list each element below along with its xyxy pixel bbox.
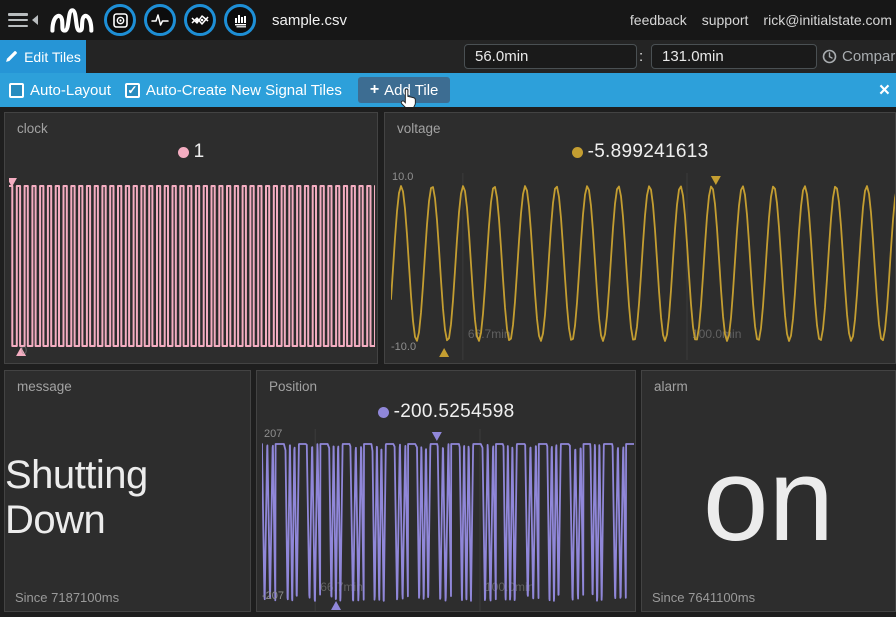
- legend-clock: 1: [5, 141, 377, 163]
- plot-voltage: 66.7min100.0min 10.0 -10.0: [391, 173, 896, 360]
- auto-create-label[interactable]: Auto-Create New Signal Tiles: [146, 82, 342, 99]
- legend-position: -200.5254598: [257, 401, 635, 423]
- support-link[interactable]: support: [702, 12, 749, 28]
- y-max-label: 207: [264, 428, 282, 440]
- feedback-link[interactable]: feedback: [630, 12, 687, 28]
- close-edit-bar-icon[interactable]: ×: [879, 81, 890, 100]
- current-value: 1: [194, 141, 205, 163]
- view-buttons: [104, 4, 256, 36]
- pencil-icon: [5, 50, 18, 63]
- clock-icon: [822, 49, 837, 64]
- tile-title: clock: [17, 121, 48, 136]
- tab-edit-tiles[interactable]: Edit Tiles: [0, 40, 86, 73]
- apps-view-icon[interactable]: [224, 4, 256, 36]
- time-separator: :: [639, 48, 643, 65]
- auto-layout-group: Auto-Layout: [9, 82, 111, 99]
- auto-layout-checkbox[interactable]: [9, 83, 24, 98]
- compare-label: Compare: [842, 48, 896, 65]
- top-nav: feedback support rick@initialstate.com: [630, 12, 896, 28]
- menu-icon[interactable]: [8, 13, 28, 27]
- tile-grid: clock 1 0 voltage -5.899241613 66.7min10…: [0, 107, 896, 617]
- series-dot: [178, 147, 189, 158]
- svg-text:66.7min: 66.7min: [468, 327, 511, 341]
- tile-clock[interactable]: clock 1 0: [4, 112, 378, 364]
- tile-position[interactable]: Position -200.5254598 66.7min100.0min 20…: [256, 370, 636, 612]
- initialstate-logo: [48, 3, 94, 37]
- sub-bar: Edit Tiles : Compare: [0, 40, 896, 73]
- compare-button[interactable]: Compare: [822, 48, 896, 65]
- current-value: -5.899241613: [588, 141, 709, 163]
- add-tile-button[interactable]: + Add Tile: [358, 77, 451, 103]
- legend-voltage: -5.899241613: [385, 141, 895, 163]
- time-start-input[interactable]: [464, 44, 637, 69]
- top-bar: sample.csv feedback support rick@initial…: [0, 0, 896, 40]
- account-link[interactable]: rick@initialstate.com: [763, 12, 892, 28]
- bucket-title: sample.csv: [272, 12, 347, 29]
- plot-position: 66.7min100.0min 207 -207: [262, 429, 634, 612]
- auto-create-checkbox[interactable]: ✓: [125, 83, 140, 98]
- current-value: -200.5254598: [394, 401, 515, 423]
- series-dot: [572, 147, 583, 158]
- add-tile-label: Add Tile: [384, 82, 438, 99]
- time-end-input[interactable]: [651, 44, 817, 69]
- edit-tiles-toolbar: Auto-Layout ✓ Auto-Create New Signal Til…: [0, 73, 896, 107]
- tile-title: Position: [269, 379, 317, 394]
- edit-tiles-label: Edit Tiles: [24, 49, 81, 65]
- since-label: Since 7187100ms: [15, 590, 119, 605]
- waves-view-icon[interactable]: [144, 4, 176, 36]
- plus-icon: +: [370, 81, 379, 99]
- tile-title: voltage: [397, 121, 441, 136]
- lines-view-icon[interactable]: [184, 4, 216, 36]
- y-min-label: -207: [262, 590, 284, 602]
- collapse-arrow-icon[interactable]: [32, 15, 38, 25]
- tile-message[interactable]: message Shutting Down Since 7187100ms: [4, 370, 251, 612]
- since-label: Since 7641100ms: [652, 590, 755, 605]
- message-value: Shutting Down: [5, 371, 250, 611]
- y-min-label: -10.0: [391, 341, 416, 353]
- tile-alarm[interactable]: alarm on Since 7641100ms: [641, 370, 896, 612]
- tiles-view-icon[interactable]: [104, 4, 136, 36]
- auto-layout-label[interactable]: Auto-Layout: [30, 82, 111, 99]
- auto-create-group: ✓ Auto-Create New Signal Tiles: [125, 82, 342, 99]
- plot-clock: 0: [9, 175, 375, 359]
- alarm-value: on: [642, 371, 895, 611]
- y-min-label: 0: [21, 345, 27, 357]
- tile-voltage[interactable]: voltage -5.899241613 66.7min100.0min 10.…: [384, 112, 896, 364]
- y-max-label: 10.0: [392, 171, 413, 183]
- series-dot: [378, 407, 389, 418]
